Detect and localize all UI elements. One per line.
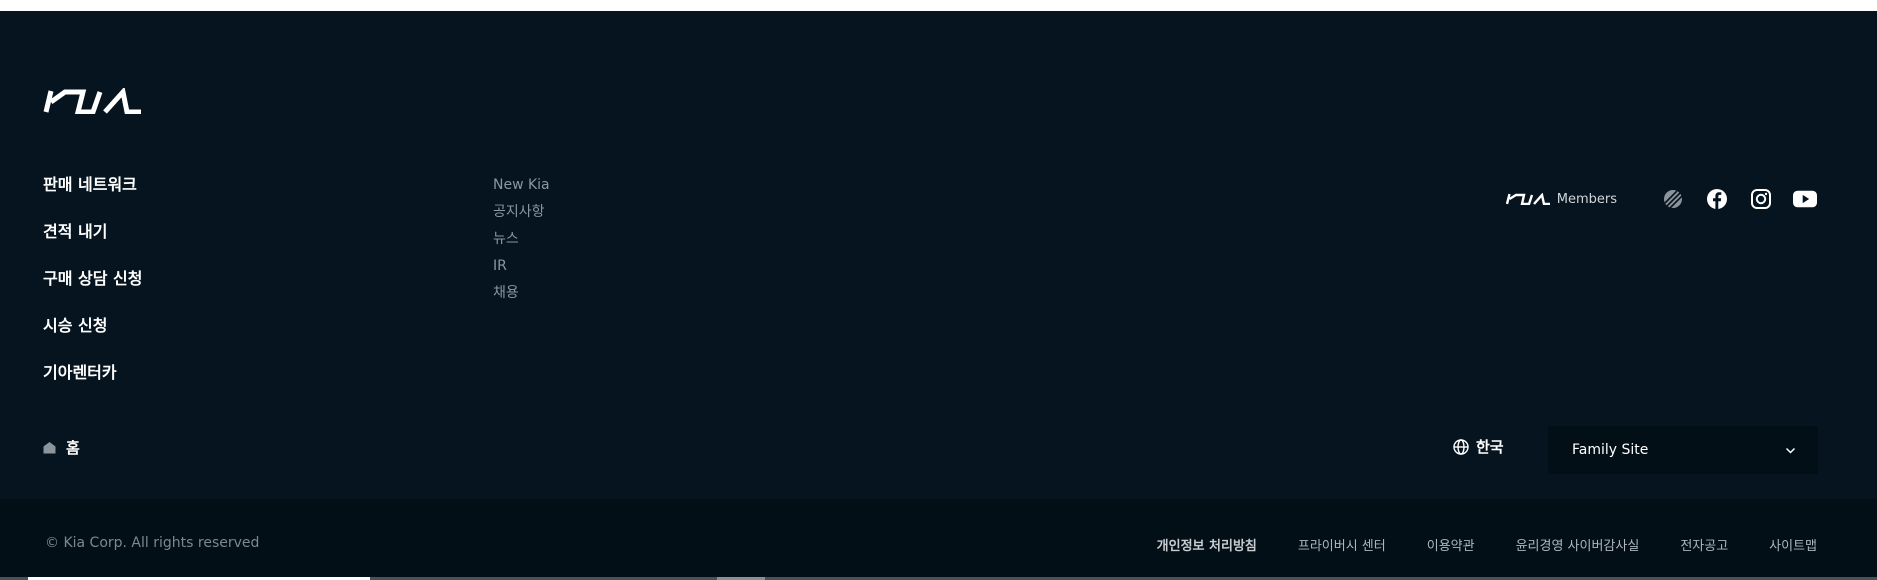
nav-ir[interactable]: IR	[493, 254, 550, 281]
facebook-icon	[1707, 189, 1727, 209]
kia-members-icon	[1505, 193, 1550, 205]
home-link[interactable]: 홈	[43, 437, 80, 458]
striped-badge-icon	[1664, 190, 1683, 209]
nav-sales-network[interactable]: 판매 네트워크	[43, 172, 142, 219]
youtube-link[interactable]	[1793, 187, 1817, 211]
nav-purchase-consult[interactable]: 구매 상담 신청	[43, 266, 142, 313]
home-icon	[43, 442, 56, 454]
globe-icon	[1453, 438, 1469, 455]
family-site-select[interactable]: Family Site	[1548, 426, 1818, 474]
home-label: 홈	[66, 439, 80, 457]
language-label: 한국	[1476, 438, 1504, 456]
terms-link[interactable]: 이용약관	[1427, 535, 1475, 554]
chevron-down-icon	[1785, 447, 1796, 454]
primary-nav: 판매 네트워크 견적 내기 구매 상담 신청 시승 신청 기아렌터카	[43, 172, 142, 407]
copyright-text: © Kia Corp. All rights reserved	[45, 535, 260, 551]
legal-links: 개인정보 처리방침 프라이버시 센터 이용약관 윤리경영 사이버감사실 전자공고…	[1116, 535, 1817, 554]
social-links: Members	[1505, 186, 1817, 212]
striped-badge-link[interactable]	[1661, 187, 1685, 211]
kia-logo[interactable]	[43, 86, 144, 115]
family-site-label: Family Site	[1572, 442, 1649, 458]
nav-test-drive[interactable]: 시승 신청	[43, 313, 142, 360]
nav-notices[interactable]: 공지사항	[493, 200, 550, 227]
members-label: Members	[1556, 191, 1617, 207]
nav-news[interactable]: 뉴스	[493, 227, 550, 254]
youtube-icon	[1793, 190, 1817, 208]
nav-careers[interactable]: 채용	[493, 281, 550, 308]
instagram-icon	[1751, 189, 1771, 209]
language-switcher[interactable]: 한국	[1453, 436, 1504, 457]
nav-new-kia[interactable]: New Kia	[493, 173, 550, 200]
instagram-link[interactable]	[1749, 187, 1773, 211]
top-strip	[0, 0, 1877, 11]
nav-get-quote[interactable]: 견적 내기	[43, 219, 142, 266]
privacy-center-link[interactable]: 프라이버시 센터	[1298, 535, 1386, 554]
ethics-audit-link[interactable]: 윤리경영 사이버감사실	[1516, 535, 1640, 554]
sitemap-link[interactable]: 사이트맵	[1769, 535, 1817, 554]
kia-members-link[interactable]: Members	[1505, 191, 1617, 207]
e-announcement-link[interactable]: 전자공고	[1680, 535, 1728, 554]
kia-logo-icon	[43, 86, 141, 115]
facebook-link[interactable]	[1705, 187, 1729, 211]
secondary-nav: New Kia 공지사항 뉴스 IR 채용	[493, 173, 550, 308]
privacy-policy-link[interactable]: 개인정보 처리방침	[1157, 535, 1257, 554]
nav-kia-rentacar[interactable]: 기아렌터카	[43, 360, 142, 407]
